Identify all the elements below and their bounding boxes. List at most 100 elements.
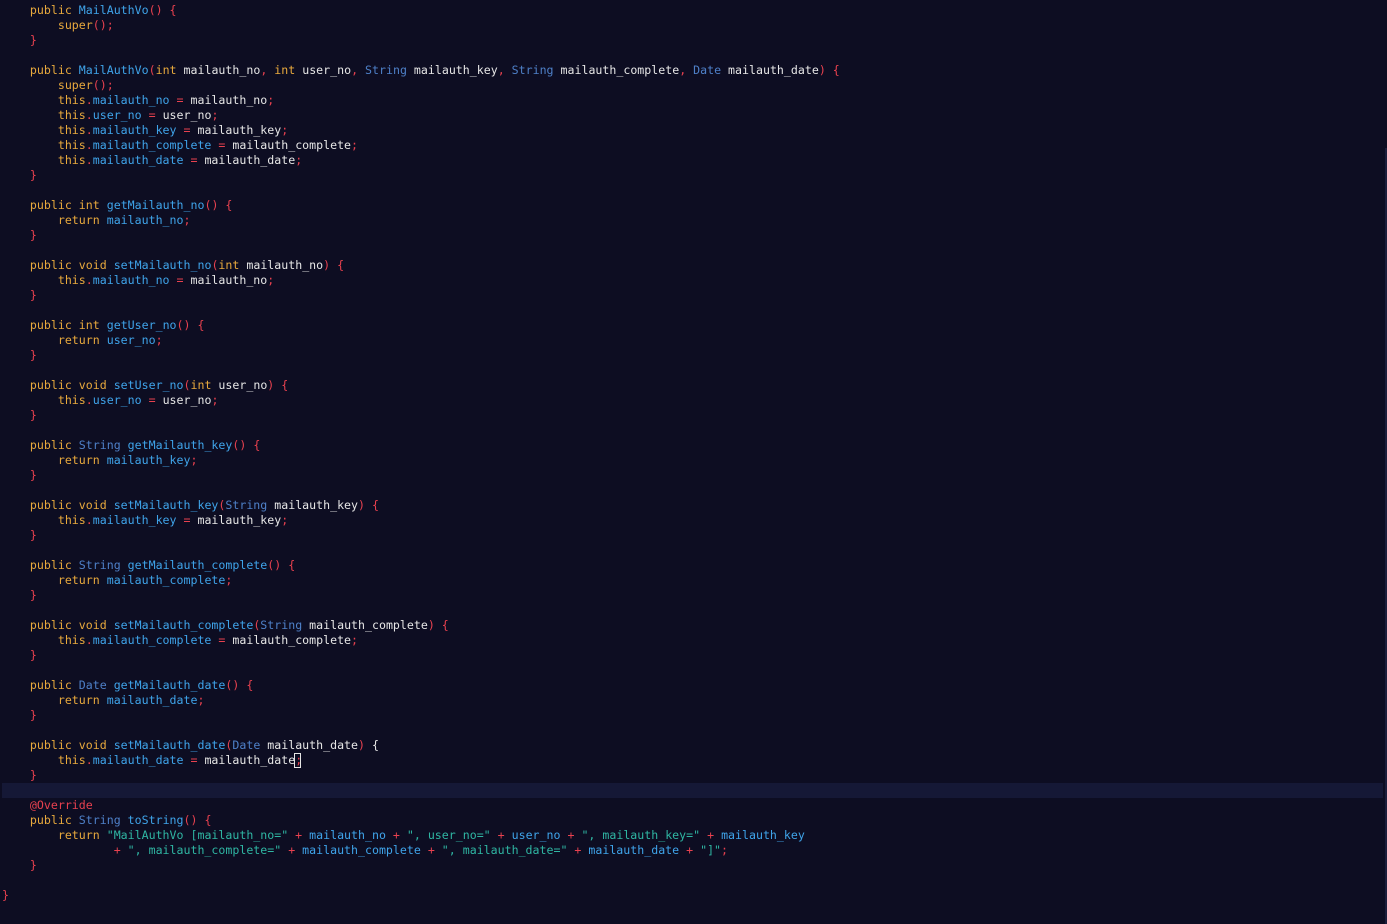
code-line[interactable]: this.user_no = user_no; [2,108,1383,123]
code-token: int [218,258,240,272]
code-line[interactable] [2,48,1383,63]
code-line[interactable]: } [2,33,1383,48]
code-line[interactable]: public String getMailauth_complete() { [2,558,1383,573]
code-token: ; [211,393,219,407]
code-token: } [2,888,9,902]
code-line[interactable]: public int getUser_no() { [2,318,1383,333]
code-line[interactable]: } [2,168,1383,183]
code-token: , [497,63,512,77]
code-line[interactable]: public void setMailauth_date(Date mailau… [2,738,1383,753]
code-line[interactable]: return user_no; [2,333,1383,348]
code-token: setUser_no [113,378,184,392]
code-token: = [211,633,233,647]
code-line[interactable] [2,183,1383,198]
code-line[interactable]: this.mailauth_key = mailauth_key; [2,513,1383,528]
code-line[interactable]: public void setMailauth_no(int mailauth_… [2,258,1383,273]
code-line[interactable]: this.mailauth_no = mailauth_no; [2,273,1383,288]
code-line[interactable]: } [2,228,1383,243]
code-token: + [113,843,128,857]
code-token: () { [204,198,233,212]
code-line[interactable] [2,603,1383,618]
code-token: Date [232,738,261,752]
code-line[interactable]: return mailauth_date; [2,693,1383,708]
code-line[interactable] [2,243,1383,258]
code-line[interactable]: return "MailAuthVo [mailauth_no=" + mail… [2,828,1383,843]
code-line[interactable]: } [2,768,1383,783]
code-token: mailauth_no [92,273,170,287]
code-line[interactable] [2,543,1383,558]
code-line[interactable] [2,723,1383,738]
text-cursor [294,753,301,768]
code-line[interactable]: } [2,888,1383,903]
code-line[interactable]: this.mailauth_date = mailauth_date; [2,153,1383,168]
code-line[interactable]: public Date getMailauth_date() { [2,678,1383,693]
code-line[interactable]: return mailauth_key; [2,453,1383,468]
code-line[interactable]: public void setMailauth_key(String maila… [2,498,1383,513]
code-line[interactable]: public String toString() { [2,813,1383,828]
code-line[interactable]: } [2,858,1383,873]
code-line[interactable] [2,783,1383,798]
code-line[interactable]: this.mailauth_date = mailauth_date; [2,753,1383,768]
code-token: mailauth_date [204,753,296,767]
code-line[interactable]: this.mailauth_complete = mailauth_comple… [2,633,1383,648]
code-line[interactable]: } [2,528,1383,543]
code-line[interactable]: } [2,648,1383,663]
code-token: . [85,93,93,107]
code-line[interactable]: } [2,468,1383,483]
code-line[interactable]: return mailauth_complete; [2,573,1383,588]
code-token: mailauth_complete [553,63,680,77]
code-line[interactable]: public String getMailauth_key() { [2,438,1383,453]
code-token: mailauth_no [190,93,268,107]
code-line[interactable]: return mailauth_no; [2,213,1383,228]
code-line[interactable]: } [2,288,1383,303]
code-token: ", mailauth_date=" [441,843,568,857]
code-line[interactable]: @Override [2,798,1383,813]
code-area[interactable]: public MailAuthVo() { super(); } public … [2,3,1383,903]
code-token: public [29,378,72,392]
code-line[interactable] [2,483,1383,498]
code-line[interactable]: } [2,408,1383,423]
code-token: + [385,828,407,842]
code-token: mailauth_date [106,693,198,707]
code-line[interactable]: + ", mailauth_complete=" + mailauth_comp… [2,843,1383,858]
code-line[interactable]: } [2,588,1383,603]
code-line[interactable]: } [2,348,1383,363]
code-line[interactable]: public MailAuthVo(int mailauth_no, int u… [2,63,1383,78]
code-line[interactable] [2,663,1383,678]
code-line[interactable] [2,873,1383,888]
code-line[interactable]: public void setUser_no(int user_no) { [2,378,1383,393]
code-token: mailauth_complete [92,633,212,647]
code-line[interactable]: super(); [2,78,1383,93]
code-token: mailauth_date [588,843,680,857]
code-line[interactable]: } [2,708,1383,723]
code-token: ; [721,843,729,857]
code-line[interactable] [2,423,1383,438]
code-line[interactable]: super(); [2,18,1383,33]
code-line[interactable] [2,303,1383,318]
code-line[interactable] [2,363,1383,378]
code-token: public [29,618,72,632]
code-line[interactable]: public MailAuthVo() { [2,3,1383,18]
code-token: ) { [358,498,379,512]
code-line[interactable]: public void setMailauth_complete(String … [2,618,1383,633]
code-line[interactable]: this.mailauth_complete = mailauth_comple… [2,138,1383,153]
code-token: = [183,753,205,767]
code-token: String [78,438,121,452]
code-line[interactable]: public int getMailauth_no() { [2,198,1383,213]
code-editor[interactable]: public MailAuthVo() { super(); } public … [0,0,1387,924]
code-token: mailauth_no [239,258,324,272]
code-token: int [190,378,212,392]
code-line[interactable]: this.user_no = user_no; [2,393,1383,408]
code-line[interactable]: this.mailauth_key = mailauth_key; [2,123,1383,138]
code-line[interactable]: this.mailauth_no = mailauth_no; [2,93,1383,108]
